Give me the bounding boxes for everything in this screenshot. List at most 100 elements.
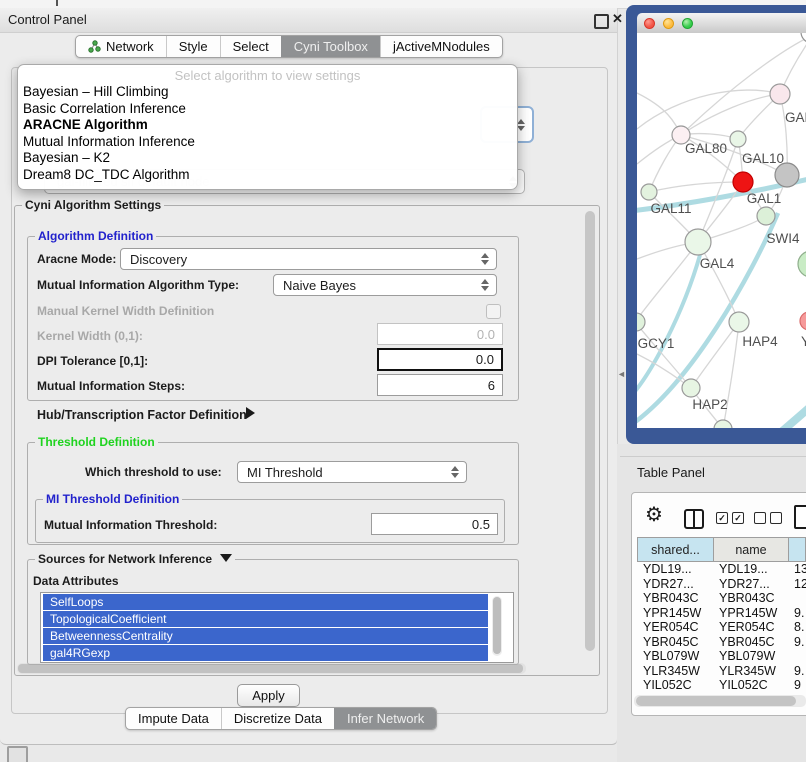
mi-threshold-field[interactable]: 0.5 <box>371 513 498 535</box>
network-node-gal11[interactable] <box>641 184 657 200</box>
table-row[interactable]: YBR045CYBR045C9. <box>637 635 806 650</box>
network-node-swi4[interactable] <box>757 207 775 225</box>
mac-close-icon[interactable] <box>644 18 655 29</box>
tab-label: Impute Data <box>138 711 209 726</box>
tab-network[interactable]: Network <box>76 36 166 57</box>
tab-label: Style <box>179 39 208 54</box>
mi-threshold-label: Mutual Information Threshold: <box>44 518 217 532</box>
float-window-icon[interactable] <box>594 14 609 29</box>
mi-steps-field[interactable]: 6 <box>377 374 503 396</box>
combo-spinner-icon <box>481 279 489 291</box>
tab-cyni-toolbox[interactable]: Cyni Toolbox <box>281 36 380 57</box>
algorithm-dropdown-list: Select algorithm to view settings Bayesi… <box>17 64 518 190</box>
manual-kernel-checkbox[interactable] <box>486 304 501 319</box>
tab-label: Infer Network <box>347 711 424 726</box>
list-vertical-scrollbar[interactable] <box>492 596 502 656</box>
network-edge[interactable] <box>681 94 780 135</box>
table-cell: YER054C <box>713 620 788 634</box>
network-node[interactable] <box>801 33 806 43</box>
network-node-y[interactable] <box>800 312 806 330</box>
file-icon[interactable] <box>794 505 806 529</box>
table-row[interactable]: YDR27...YDR27...12 <box>637 577 806 592</box>
tab-select[interactable]: Select <box>220 36 281 57</box>
table-row[interactable]: YBR043CYBR043C <box>637 591 806 606</box>
network-node-gcy1[interactable] <box>637 313 645 331</box>
threshold-definition-title: Threshold Definition <box>35 435 158 449</box>
kernel-width-value: 0.0 <box>477 327 495 342</box>
tab-impute-data[interactable]: Impute Data <box>126 708 221 729</box>
hub-collapsed-arrow-icon[interactable] <box>246 407 255 419</box>
network-node-hap2[interactable] <box>682 379 700 397</box>
sources-expanded-arrow-icon[interactable] <box>220 554 232 562</box>
network-edge[interactable] <box>649 182 743 192</box>
network-view-titlebar[interactable] <box>637 13 806 34</box>
mi-algorithm-type-combo[interactable]: Naive Bayes <box>273 274 497 296</box>
network-node-gal1[interactable] <box>733 172 753 192</box>
settings-vertical-scrollbar[interactable] <box>584 209 596 661</box>
dpi-tolerance-label: DPI Tolerance [0,1]: <box>37 354 148 368</box>
tab-discretize-data[interactable]: Discretize Data <box>221 708 334 729</box>
tab-infer-network[interactable]: Infer Network <box>334 708 436 729</box>
dropdown-item[interactable]: Bayesian – K2 <box>18 150 517 167</box>
dpi-tolerance-field[interactable]: 0.0 <box>377 348 503 371</box>
minimized-panel-icon[interactable] <box>7 746 28 762</box>
dropdown-item[interactable]: Basic Correlation Inference <box>18 101 517 118</box>
split-pane-collapse-icon[interactable]: ◄ <box>617 369 626 379</box>
close-panel-icon[interactable]: ✕ <box>612 11 623 27</box>
table-row[interactable]: YPR145WYPR145W9. <box>637 606 806 621</box>
dropdown-item[interactable]: Mutual Information Inference <box>18 134 517 151</box>
attribute-item-selected[interactable]: BetweennessCentrality <box>43 628 488 644</box>
dropdown-item[interactable]: Dream8 DC_TDC Algorithm <box>18 167 517 184</box>
network-tab-icon <box>88 40 101 53</box>
table-cell: 9. <box>788 635 806 649</box>
columns-icon[interactable] <box>684 509 704 529</box>
column-header[interactable] <box>789 538 805 561</box>
column-header[interactable]: shared... <box>638 538 714 561</box>
unchecked-boxes-icon[interactable] <box>754 512 782 524</box>
aracne-mode-combo[interactable]: Discovery <box>120 248 497 270</box>
sources-title-text: Sources for Network Inference <box>38 552 212 566</box>
table-horizontal-scrollbar[interactable] <box>634 695 806 707</box>
data-attributes-list[interactable]: SelfLoopsTopologicalCoefficientBetweenne… <box>40 592 514 663</box>
gear-icon[interactable]: ⚙ <box>645 505 663 525</box>
dropdown-item[interactable]: ARACNE Algorithm <box>18 117 517 134</box>
network-canvas[interactable]: GALGAL80GAL10GAL1GAL11SWI4GAL4GCY1HAP4YH… <box>637 33 806 428</box>
dropdown-item[interactable]: Bayesian – Hill Climbing <box>18 84 517 101</box>
network-node[interactable] <box>775 163 799 187</box>
tab-style[interactable]: Style <box>166 36 220 57</box>
mac-minimize-icon[interactable] <box>663 18 674 29</box>
table-row[interactable]: YBL079WYBL079W <box>637 649 806 664</box>
table-row[interactable]: YER054CYER054C8. <box>637 620 806 635</box>
network-node-hap4[interactable] <box>729 312 749 332</box>
network-node-gal10[interactable] <box>730 131 746 147</box>
attribute-item-selected[interactable]: SelfLoops <box>43 594 488 610</box>
attribute-item-selected[interactable]: TopologicalCoefficient <box>43 611 488 627</box>
network-edge-thick[interactable] <box>637 255 700 396</box>
apply-button[interactable]: Apply <box>237 684 300 707</box>
network-node[interactable] <box>798 251 806 277</box>
table-row[interactable]: YIL052CYIL052C9 <box>637 678 806 692</box>
which-threshold-combo[interactable]: MI Threshold <box>237 461 467 483</box>
table-row[interactable]: YDL19...YDL19...13 <box>637 562 806 577</box>
tab-jactivemnodules[interactable]: jActiveMNodules <box>380 36 502 57</box>
network-edge[interactable] <box>723 322 739 428</box>
table-cell: YBR045C <box>713 635 788 649</box>
table-row[interactable]: YLR345WYLR345W9. <box>637 664 806 679</box>
attribute-item-selected[interactable]: gal4RGexp <box>43 645 488 661</box>
node-attribute-table: shared...name YDL19...YDL19...13YDR27...… <box>637 537 806 692</box>
node-label: GAL80 <box>685 141 727 156</box>
checked-boxes-icon[interactable]: ✓ ✓ <box>716 512 744 524</box>
network-node-gal4[interactable] <box>685 229 711 255</box>
network-node-gal[interactable] <box>770 84 790 104</box>
tab-label: Cyni Toolbox <box>294 39 368 54</box>
which-threshold-value: MI Threshold <box>247 465 323 480</box>
network-edge-thick[interactable] <box>780 399 806 428</box>
combo-spinner-icon <box>517 119 525 131</box>
column-header[interactable]: name <box>714 538 789 561</box>
table-cell: YDL19... <box>637 562 713 576</box>
node-label: GAL10 <box>742 151 784 166</box>
mac-zoom-icon[interactable] <box>682 18 693 29</box>
checkbox-checked-icon: ✓ <box>732 512 744 524</box>
network-edge[interactable] <box>637 242 698 322</box>
kernel-width-field[interactable]: 0.0 <box>377 323 503 345</box>
